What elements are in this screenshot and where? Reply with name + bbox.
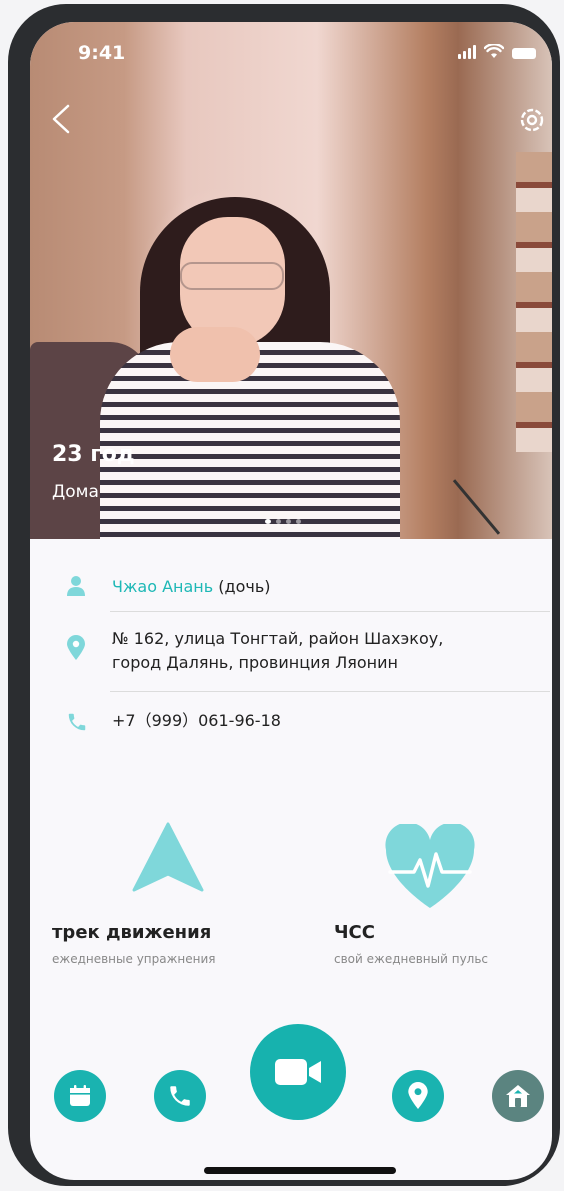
contact-phone[interactable]: +7（999）061-96-18: [112, 709, 281, 733]
address-line-1: № 162, улица Тонгтай, район Шахэкоу,: [112, 629, 444, 648]
settings-gear-icon[interactable]: [516, 104, 548, 136]
phone-frame: 9:41 23 год Дома Чжао Анань (дочь) № 162…: [8, 4, 560, 1186]
location-pin-icon: [408, 1082, 428, 1109]
status-icons: [458, 44, 536, 59]
address-line-2: город Далянь, провинция Ляонин: [112, 653, 398, 672]
track-subtitle: ежедневные упражнения: [52, 952, 216, 966]
app-screen: 9:41 23 год Дома Чжао Анань (дочь) № 162…: [30, 22, 552, 1180]
home-indicator[interactable]: [204, 1167, 396, 1174]
divider: [110, 611, 550, 612]
profile-age: 23 год: [52, 442, 135, 467]
contact-name[interactable]: Чжао Анань: [112, 577, 213, 596]
home-icon: [506, 1085, 530, 1107]
navigation-arrow-icon: [132, 822, 204, 892]
carousel-dot[interactable]: [286, 519, 291, 524]
background-shelf: [516, 152, 552, 452]
carousel-dot[interactable]: [265, 519, 271, 524]
contact-name-line: Чжао Анань (дочь): [112, 575, 270, 599]
calendar-icon: [70, 1085, 90, 1106]
profile-photo[interactable]: 9:41 23 год Дома: [30, 22, 552, 539]
location-pin-icon: [67, 635, 85, 660]
home-button[interactable]: [492, 1070, 544, 1122]
track-title: трек движения: [52, 922, 212, 943]
carousel-dot[interactable]: [276, 519, 281, 524]
video-camera-icon: [275, 1059, 321, 1085]
contact-card: Чжао Анань (дочь) № 162, улица Тонгтай, …: [44, 559, 550, 749]
wifi-icon: [484, 44, 504, 58]
contact-name-row[interactable]: Чжао Анань (дочь): [44, 569, 550, 609]
heart-subtitle: свой ежедневный пульс: [334, 952, 489, 966]
contact-phone-row[interactable]: +7（999）061-96-18: [44, 701, 550, 745]
location-button[interactable]: [392, 1070, 444, 1122]
video-call-button[interactable]: [250, 1024, 346, 1120]
person-hand: [170, 327, 260, 382]
person-glasses: [180, 262, 284, 290]
carousel-dot[interactable]: [296, 519, 301, 524]
status-time: 9:41: [78, 42, 126, 64]
phone-icon: [170, 1086, 190, 1106]
heart-title: ЧСС: [334, 922, 375, 943]
call-button[interactable]: [154, 1070, 206, 1122]
profile-status: Дома: [52, 482, 99, 502]
phone-icon: [68, 713, 86, 731]
heart-rate-feature-card[interactable]: ЧСС свой ежедневный пульс: [312, 822, 552, 992]
carousel-indicator[interactable]: [265, 519, 301, 524]
drink-straw: [452, 479, 501, 535]
calendar-button[interactable]: [54, 1070, 106, 1122]
back-chevron-icon[interactable]: [50, 104, 72, 134]
heart-pulse-icon: [385, 824, 475, 908]
divider: [110, 691, 550, 692]
contact-address: № 162, улица Тонгтай, район Шахэкоу, гор…: [112, 627, 443, 675]
contact-relation: (дочь): [218, 577, 271, 596]
contact-address-row[interactable]: № 162, улица Тонгтай, район Шахэкоу, гор…: [44, 621, 550, 691]
user-icon: [67, 576, 85, 596]
battery-icon: [512, 48, 536, 59]
cellular-signal-icon: [458, 45, 476, 59]
track-feature-card[interactable]: трек движения ежедневные упражнения: [44, 822, 284, 992]
